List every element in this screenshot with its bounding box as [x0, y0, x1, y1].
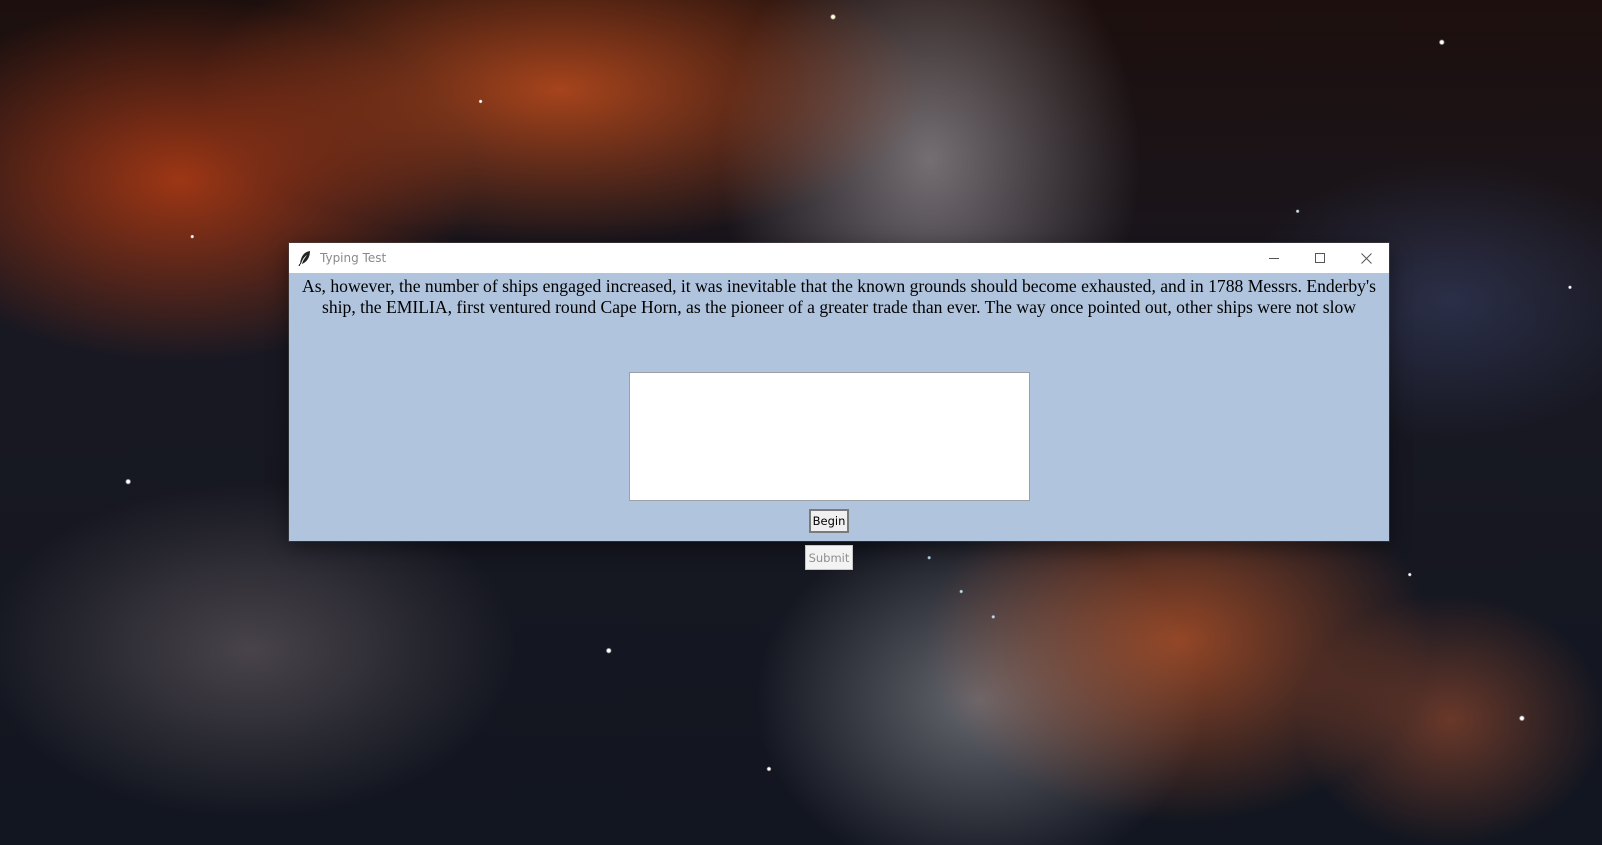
begin-button[interactable]: Begin: [809, 509, 849, 533]
close-button[interactable]: [1343, 243, 1389, 273]
prompt-text: As, however, the number of ships engaged…: [302, 276, 1376, 317]
maximize-icon: [1315, 253, 1325, 263]
submit-button[interactable]: Submit: [805, 545, 853, 570]
window-controls: [1251, 243, 1389, 273]
minimize-icon: [1269, 258, 1279, 259]
window-title: Typing Test: [320, 251, 387, 265]
window-content: As, however, the number of ships engaged…: [289, 273, 1389, 570]
title-bar[interactable]: Typing Test: [289, 243, 1389, 273]
typing-test-window: Typing Test As, however, the number of s…: [289, 243, 1389, 570]
typing-input[interactable]: [629, 372, 1030, 501]
feather-icon: [298, 250, 312, 266]
minimize-button[interactable]: [1251, 243, 1297, 273]
maximize-button[interactable]: [1297, 243, 1343, 273]
close-icon: [1360, 252, 1372, 264]
